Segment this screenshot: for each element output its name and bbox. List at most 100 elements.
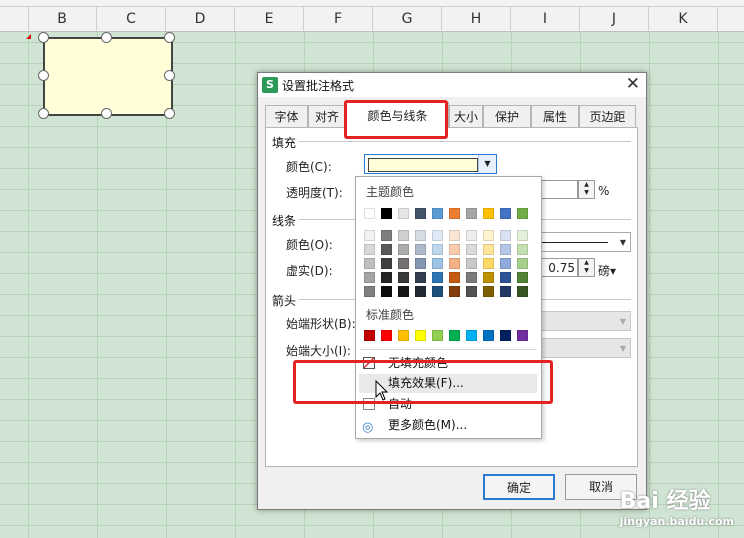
- theme-shade-swatch[interactable]: [415, 244, 426, 255]
- tab-margins[interactable]: 页边距: [579, 105, 636, 127]
- theme-shade-swatch[interactable]: [517, 258, 528, 269]
- resize-handle[interactable]: [101, 32, 112, 43]
- theme-shade-swatch[interactable]: [500, 258, 511, 269]
- theme-shade-swatch[interactable]: [432, 230, 443, 241]
- theme-shade-swatch[interactable]: [483, 272, 494, 283]
- theme-shade-swatch[interactable]: [466, 272, 477, 283]
- tab-properties[interactable]: 属性: [531, 105, 579, 127]
- column-header[interactable]: F: [304, 7, 373, 31]
- line-weight-unit[interactable]: 磅▾: [598, 262, 616, 279]
- start-style-select[interactable]: ▼: [536, 311, 631, 331]
- theme-shade-swatch[interactable]: [483, 286, 494, 297]
- standard-color-swatch[interactable]: [398, 330, 409, 341]
- theme-shade-swatch[interactable]: [381, 258, 392, 269]
- transparency-spinner[interactable]: ▲ ▼: [578, 180, 595, 199]
- theme-shade-swatch[interactable]: [398, 244, 409, 255]
- column-header[interactable]: E: [235, 7, 304, 31]
- theme-shade-swatch[interactable]: [449, 286, 460, 297]
- theme-shade-swatch[interactable]: [449, 244, 460, 255]
- column-header[interactable]: J: [580, 7, 649, 31]
- standard-color-swatch[interactable]: [466, 330, 477, 341]
- theme-color-swatch[interactable]: [364, 208, 375, 219]
- corner-cell[interactable]: [0, 7, 29, 31]
- ok-button[interactable]: 确定: [483, 474, 555, 500]
- tab-size[interactable]: 大小: [449, 105, 483, 127]
- theme-shade-swatch[interactable]: [449, 258, 460, 269]
- theme-shade-swatch[interactable]: [500, 272, 511, 283]
- tab-align[interactable]: 对齐: [308, 105, 346, 127]
- theme-shade-swatch[interactable]: [364, 230, 375, 241]
- tab-colors-lines[interactable]: 颜色与线条: [346, 102, 449, 128]
- theme-shade-swatch[interactable]: [381, 272, 392, 283]
- theme-color-swatch[interactable]: [517, 208, 528, 219]
- column-header[interactable]: K: [649, 7, 718, 31]
- theme-color-swatch[interactable]: [415, 208, 426, 219]
- theme-shade-swatch[interactable]: [432, 272, 443, 283]
- theme-shade-swatch[interactable]: [415, 286, 426, 297]
- theme-shade-swatch[interactable]: [483, 244, 494, 255]
- resize-handle[interactable]: [38, 70, 49, 81]
- theme-shade-swatch[interactable]: [381, 286, 392, 297]
- close-icon[interactable]: ✕: [626, 74, 640, 94]
- theme-shade-swatch[interactable]: [483, 230, 494, 241]
- theme-shade-swatch[interactable]: [466, 244, 477, 255]
- chevron-down-icon[interactable]: ▼: [478, 155, 496, 173]
- theme-shade-swatch[interactable]: [517, 286, 528, 297]
- resize-handle[interactable]: [164, 108, 175, 119]
- tab-font[interactable]: 字体: [265, 105, 308, 127]
- theme-shade-swatch[interactable]: [432, 258, 443, 269]
- comment-box[interactable]: [43, 37, 173, 116]
- theme-shade-swatch[interactable]: [415, 272, 426, 283]
- theme-shade-swatch[interactable]: [466, 258, 477, 269]
- column-header[interactable]: D: [166, 7, 235, 31]
- transparency-input[interactable]: [536, 180, 578, 199]
- theme-shade-swatch[interactable]: [517, 272, 528, 283]
- theme-shade-swatch[interactable]: [364, 244, 375, 255]
- more-colors-item[interactable]: ◎ 更多颜色(M)...: [359, 416, 537, 435]
- theme-shade-swatch[interactable]: [364, 286, 375, 297]
- no-fill-item[interactable]: 无填充颜色: [359, 354, 537, 373]
- standard-color-swatch[interactable]: [500, 330, 511, 341]
- column-header[interactable]: B: [28, 7, 97, 31]
- theme-color-swatch[interactable]: [466, 208, 477, 219]
- line-color-select[interactable]: ▼: [536, 232, 631, 252]
- theme-shade-swatch[interactable]: [381, 244, 392, 255]
- resize-handle[interactable]: [164, 32, 175, 43]
- standard-color-swatch[interactable]: [364, 330, 375, 341]
- standard-color-swatch[interactable]: [381, 330, 392, 341]
- theme-shade-swatch[interactable]: [364, 258, 375, 269]
- theme-color-swatch[interactable]: [432, 208, 443, 219]
- fill-color-picker[interactable]: ▼: [364, 154, 497, 174]
- theme-color-swatch[interactable]: [483, 208, 494, 219]
- theme-shade-swatch[interactable]: [483, 258, 494, 269]
- line-weight-input[interactable]: 0.75: [536, 258, 578, 277]
- theme-shade-swatch[interactable]: [381, 230, 392, 241]
- theme-shade-swatch[interactable]: [517, 244, 528, 255]
- theme-shade-swatch[interactable]: [500, 230, 511, 241]
- theme-shade-swatch[interactable]: [398, 230, 409, 241]
- standard-color-swatch[interactable]: [432, 330, 443, 341]
- tab-protection[interactable]: 保护: [483, 105, 531, 127]
- standard-color-swatch[interactable]: [449, 330, 460, 341]
- theme-shade-swatch[interactable]: [432, 286, 443, 297]
- theme-shade-swatch[interactable]: [415, 230, 426, 241]
- standard-color-swatch[interactable]: [517, 330, 528, 341]
- column-header[interactable]: H: [442, 7, 511, 31]
- chevron-down-icon[interactable]: ▼: [620, 238, 626, 247]
- theme-shade-swatch[interactable]: [432, 244, 443, 255]
- theme-shade-swatch[interactable]: [364, 272, 375, 283]
- theme-shade-swatch[interactable]: [398, 258, 409, 269]
- theme-shade-swatch[interactable]: [466, 286, 477, 297]
- theme-shade-swatch[interactable]: [398, 272, 409, 283]
- line-weight-spinner[interactable]: ▲ ▼: [578, 258, 595, 277]
- theme-color-swatch[interactable]: [500, 208, 511, 219]
- standard-color-swatch[interactable]: [483, 330, 494, 341]
- start-size-select[interactable]: ▼: [536, 338, 631, 358]
- resize-handle[interactable]: [38, 108, 49, 119]
- resize-handle[interactable]: [164, 70, 175, 81]
- column-header[interactable]: C: [97, 7, 166, 31]
- theme-color-swatch[interactable]: [398, 208, 409, 219]
- standard-color-swatch[interactable]: [415, 330, 426, 341]
- theme-shade-swatch[interactable]: [449, 230, 460, 241]
- theme-shade-swatch[interactable]: [500, 286, 511, 297]
